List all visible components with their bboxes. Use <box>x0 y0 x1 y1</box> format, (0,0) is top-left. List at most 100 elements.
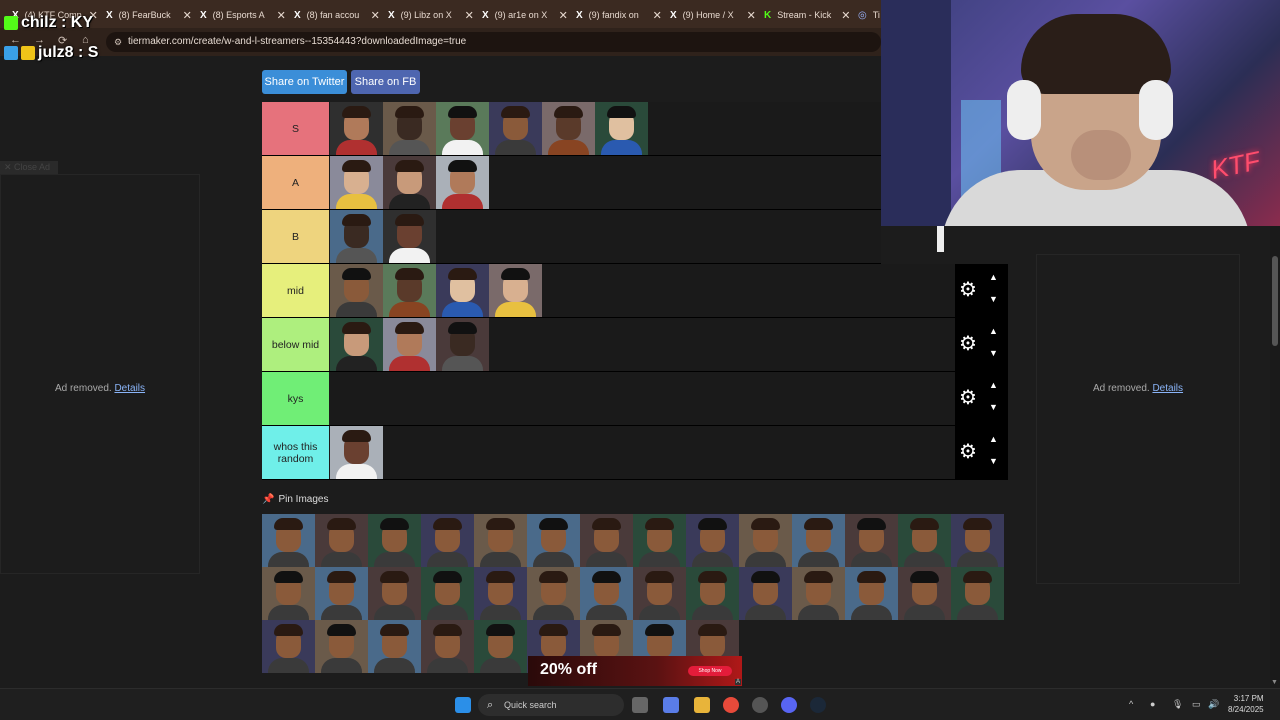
pin-image[interactable] <box>898 567 951 620</box>
tier-item-image[interactable] <box>489 102 542 155</box>
browser-tab[interactable]: X (9) ar1e on X ✕ <box>482 4 574 26</box>
move-tier-up-icon[interactable]: ▲ <box>989 380 998 390</box>
pin-image[interactable] <box>792 567 845 620</box>
tier-label[interactable]: whos this random <box>262 426 329 479</box>
share-twitter-button[interactable]: Share on Twitter <box>262 70 347 94</box>
close-tab-icon[interactable]: ✕ <box>183 9 192 22</box>
close-tab-icon[interactable]: ✕ <box>371 9 380 22</box>
tier-item-image[interactable] <box>383 156 436 209</box>
site-info-icon[interactable]: ⚙ <box>114 32 122 52</box>
pin-image[interactable] <box>633 514 686 567</box>
browser-tab[interactable]: X (9) Libz on X ✕ <box>388 4 480 26</box>
pin-image[interactable] <box>951 567 1004 620</box>
browser-tab[interactable]: X (9) fandix on ✕ <box>576 4 668 26</box>
tier-label[interactable]: below mid <box>262 318 329 371</box>
chrome-icon[interactable] <box>723 697 739 713</box>
close-tab-icon[interactable]: ✕ <box>841 9 850 22</box>
ad-details-link[interactable]: Details <box>114 383 145 394</box>
pin-image[interactable] <box>368 620 421 673</box>
pin-image[interactable] <box>474 514 527 567</box>
pin-image[interactable] <box>421 514 474 567</box>
pin-image[interactable] <box>527 514 580 567</box>
pin-image[interactable] <box>421 567 474 620</box>
close-tab-icon[interactable]: ✕ <box>653 9 662 22</box>
file-explorer-icon[interactable] <box>694 697 710 713</box>
tier-item-image[interactable] <box>595 102 648 155</box>
pin-image[interactable] <box>792 514 845 567</box>
move-tier-up-icon[interactable]: ▲ <box>989 434 998 444</box>
scroll-down-icon[interactable]: ▼ <box>1271 679 1278 686</box>
system-clock[interactable]: 3:17 PM 8/24/2025 <box>1228 693 1264 715</box>
tier-item-image[interactable] <box>436 264 489 317</box>
pin-image[interactable] <box>474 567 527 620</box>
taskbar-search[interactable]: ⌕ Quick search <box>478 694 624 716</box>
pin-image[interactable] <box>845 567 898 620</box>
tier-item-image[interactable] <box>330 156 383 209</box>
copilot-icon[interactable] <box>663 697 679 713</box>
tier-item-image[interactable] <box>383 318 436 371</box>
tier-item-image[interactable] <box>436 156 489 209</box>
pin-image[interactable] <box>686 567 739 620</box>
move-tier-down-icon[interactable]: ▼ <box>989 348 998 358</box>
browser-tab[interactable]: X (8) FearBuck ✕ <box>106 4 198 26</box>
close-tab-icon[interactable]: ✕ <box>277 9 286 22</box>
pin-image[interactable] <box>580 567 633 620</box>
tier-item-image[interactable] <box>383 210 436 263</box>
pin-image[interactable] <box>845 514 898 567</box>
tier-item-image[interactable] <box>330 264 383 317</box>
tier-label[interactable]: kys <box>262 372 329 425</box>
tray-app-icon[interactable]: ● <box>1150 699 1155 709</box>
pin-image[interactable] <box>951 514 1004 567</box>
pin-image[interactable] <box>898 514 951 567</box>
close-tab-icon[interactable]: ✕ <box>747 9 756 22</box>
ad-choices-icon[interactable]: A <box>734 679 741 685</box>
network-icon[interactable]: ▭ <box>1192 699 1201 710</box>
close-ad-button[interactable]: ✕ Close Ad <box>0 161 58 174</box>
tier-label[interactable]: B <box>262 210 329 263</box>
tray-chevron-icon[interactable]: ^ <box>1129 699 1133 709</box>
pin-image[interactable] <box>315 620 368 673</box>
pin-image[interactable] <box>633 567 686 620</box>
close-tab-icon[interactable]: ✕ <box>465 9 474 22</box>
scroll-thumb[interactable] <box>1272 256 1278 346</box>
tier-label[interactable]: mid <box>262 264 329 317</box>
tier-label[interactable]: S <box>262 102 329 155</box>
pin-image[interactable] <box>315 567 368 620</box>
close-tab-icon[interactable]: ✕ <box>559 9 568 22</box>
browser-tab[interactable]: K Stream - Kick ✕ <box>764 4 856 26</box>
tier-item-image[interactable] <box>436 102 489 155</box>
steam-icon[interactable] <box>810 697 826 713</box>
browser-tab[interactable]: X (9) Home / X ✕ <box>670 4 762 26</box>
tier-item-image[interactable] <box>330 210 383 263</box>
task-view-icon[interactable] <box>632 697 648 713</box>
tier-settings-gear-icon[interactable]: ⚙ <box>959 334 977 354</box>
tier-item-image[interactable] <box>330 426 383 479</box>
tier-settings-gear-icon[interactable]: ⚙ <box>959 442 977 462</box>
pin-image[interactable] <box>368 514 421 567</box>
browser-tab[interactable]: X (8) Esports A ✕ <box>200 4 292 26</box>
move-tier-down-icon[interactable]: ▼ <box>989 294 998 304</box>
ad-details-link[interactable]: Details <box>1152 383 1183 394</box>
pin-image[interactable] <box>421 620 474 673</box>
share-fb-button[interactable]: Share on FB <box>351 70 420 94</box>
tier-label[interactable]: A <box>262 156 329 209</box>
pin-image[interactable] <box>686 514 739 567</box>
pin-image[interactable] <box>262 620 315 673</box>
tier-item-image[interactable] <box>383 102 436 155</box>
tier-item-image[interactable] <box>489 264 542 317</box>
volume-icon[interactable]: 🔊 <box>1208 699 1219 710</box>
move-tier-up-icon[interactable]: ▲ <box>989 326 998 336</box>
move-tier-down-icon[interactable]: ▼ <box>989 456 998 466</box>
pin-image[interactable] <box>739 514 792 567</box>
browser-tab[interactable]: ◎ Ti <box>858 4 880 26</box>
url-field[interactable]: ⚙ tiermaker.com/create/w-and-l-streamers… <box>106 32 881 52</box>
pin-image[interactable] <box>262 567 315 620</box>
move-tier-up-icon[interactable]: ▲ <box>989 272 998 282</box>
microphone-icon[interactable]: 🎙 <box>1172 699 1183 710</box>
shop-now-button[interactable]: Shop Now <box>688 666 732 676</box>
pin-image[interactable] <box>474 620 527 673</box>
tier-item-image[interactable] <box>542 102 595 155</box>
tier-settings-gear-icon[interactable]: ⚙ <box>959 280 977 300</box>
start-icon[interactable] <box>455 697 471 713</box>
pin-image[interactable] <box>580 514 633 567</box>
